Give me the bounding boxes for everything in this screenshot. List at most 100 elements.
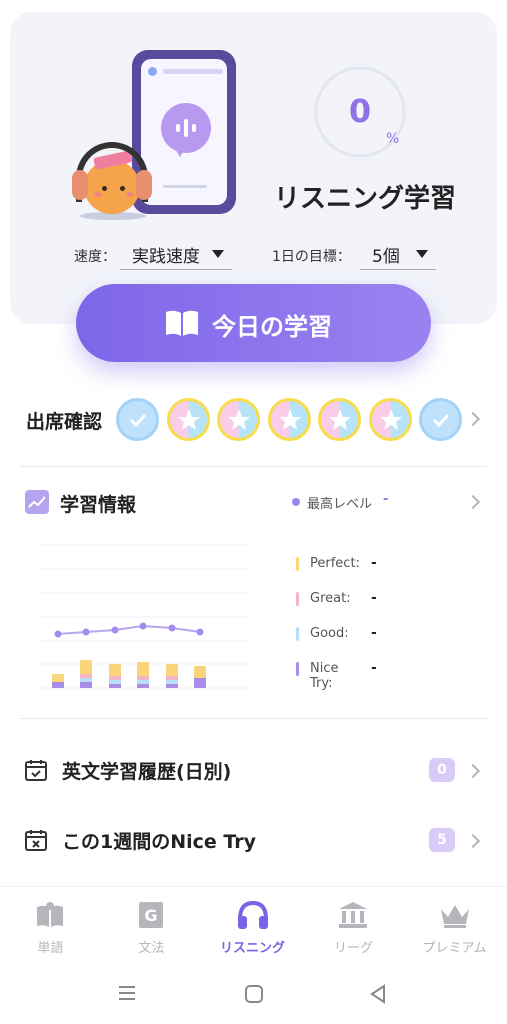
chart-bar-segment	[109, 680, 121, 684]
chevron-right-icon	[465, 763, 481, 779]
speed-setting: 速度： 実践速度	[74, 238, 244, 270]
goal-label: 1日の目標：	[272, 249, 351, 265]
legend-name: Good:	[310, 626, 349, 641]
goal-setting: 1日の目標： 5個	[272, 238, 452, 270]
history-row[interactable]: 英文学習履歴(日別) 0	[0, 741, 507, 801]
chart-bar-segment	[166, 680, 178, 684]
check-icon	[129, 413, 147, 428]
star-icon	[228, 409, 250, 430]
league-icon	[339, 902, 367, 928]
chart-bar-segment	[137, 680, 149, 684]
legend-swatch	[296, 627, 299, 641]
chart-bar-segment	[166, 664, 178, 676]
star-icon	[278, 409, 301, 430]
goal-select[interactable]: 5個	[360, 238, 436, 270]
caret-down-icon	[416, 250, 428, 258]
star-icon	[379, 409, 402, 430]
progress-ring: 0 %	[313, 65, 407, 159]
legend-value: -	[371, 625, 377, 641]
star-icon	[329, 409, 351, 430]
nice-try-count-badge: 5	[429, 828, 455, 852]
chart-bar-segment	[137, 684, 149, 688]
divider	[20, 466, 487, 467]
chart-bar-segment	[109, 676, 121, 680]
nav-item-premium[interactable]: プレミアム	[404, 887, 505, 967]
nav-item-listening[interactable]: リスニング	[202, 887, 303, 967]
hero-card: 0 % リスニング学習 速度： 実践速度 1日の目標： 5個	[10, 12, 497, 324]
book-icon	[37, 902, 63, 927]
chart-bar-segment	[80, 682, 92, 688]
speed-value: 実践速度	[132, 247, 200, 267]
legend-name: Nice Try:	[310, 661, 339, 691]
star-icon	[177, 409, 200, 430]
today-study-label: 今日の学習	[212, 313, 332, 341]
speed-label: 速度：	[74, 249, 116, 265]
chevron-right-icon[interactable]	[465, 411, 481, 427]
chart-bar-segment	[52, 674, 64, 682]
nav-label: プレミアム	[422, 941, 487, 956]
nav-label: 単語	[37, 941, 64, 956]
attendance-check-badge	[116, 398, 159, 441]
legend-swatch	[296, 662, 299, 676]
attendance-star-badge	[368, 398, 412, 441]
legend-value: -	[371, 660, 377, 676]
calendar-check-icon	[25, 760, 47, 781]
speed-select[interactable]: 実践速度	[120, 238, 232, 270]
chart-bar-segment	[80, 678, 92, 682]
nav-label: 文法	[138, 941, 165, 956]
chart-bar-segment	[194, 666, 206, 678]
grammar-icon: G	[139, 902, 163, 928]
legend-value: -	[371, 555, 377, 571]
recent-apps-icon[interactable]	[117, 984, 137, 1002]
attendance-check-badge	[419, 398, 462, 441]
nav-item-league[interactable]: リーグ	[303, 887, 404, 967]
svg-text:G: G	[144, 906, 157, 925]
attendance-star-badge	[267, 398, 311, 441]
listening-page: 0 % リスニング学習 速度： 実践速度 1日の目標： 5個 今日の学習 出席確…	[0, 0, 507, 1024]
chart-bar-segment	[137, 676, 149, 680]
chart-bar-segment	[109, 684, 121, 688]
legend-swatch	[296, 557, 299, 571]
nice-try-row[interactable]: この1週間のNice Try 5	[0, 811, 507, 871]
page-title: リスニング学習	[273, 184, 456, 214]
check-icon	[432, 413, 450, 428]
chart-bar-segment	[166, 684, 178, 688]
history-label: 英文学習履歴(日別)	[62, 761, 232, 783]
bottom-nav: 単語 G 文法 リスニング リーグ プレミアム	[0, 886, 507, 966]
attendance-star-badge	[166, 398, 210, 441]
back-icon[interactable]	[368, 984, 388, 1004]
chevron-right-icon	[465, 833, 481, 849]
legend-swatch	[296, 592, 299, 606]
caret-down-icon	[212, 250, 224, 258]
mascot-illustration	[70, 142, 154, 222]
chart-icon	[25, 490, 49, 514]
nav-label: リーグ	[333, 941, 373, 956]
calendar-x-icon	[25, 830, 47, 851]
attendance-title: 出席確認	[26, 411, 103, 433]
progress-value: 0	[348, 92, 372, 130]
crown-icon	[441, 905, 469, 928]
history-count-badge: 0	[429, 758, 455, 782]
nice-try-label: この1週間のNice Try	[62, 831, 257, 853]
goal-value: 5個	[372, 247, 400, 267]
legend-value: -	[371, 590, 377, 606]
study-info-title: 学習情報	[60, 494, 137, 516]
legend-name: Great:	[310, 591, 351, 606]
chart-bar-segment	[109, 664, 121, 676]
chart-bar-segment	[137, 662, 149, 676]
today-study-button[interactable]: 今日の学習	[76, 284, 431, 362]
attendance-star-badge	[318, 398, 361, 441]
nav-item-grammar[interactable]: G 文法	[101, 887, 202, 967]
chart-bar-segment	[194, 678, 206, 688]
study-chart	[38, 540, 248, 692]
legend-name: Perfect:	[310, 556, 360, 571]
divider	[20, 718, 487, 719]
chevron-right-icon[interactable]	[465, 494, 481, 510]
home-icon[interactable]	[244, 984, 264, 1004]
chart-bar-segment	[52, 682, 64, 688]
nav-label: リスニング	[219, 941, 285, 956]
max-level-dot	[292, 498, 300, 506]
book-open-icon	[166, 310, 198, 336]
nav-item-vocabulary[interactable]: 単語	[0, 887, 101, 967]
chart-bar-segment	[166, 676, 178, 680]
